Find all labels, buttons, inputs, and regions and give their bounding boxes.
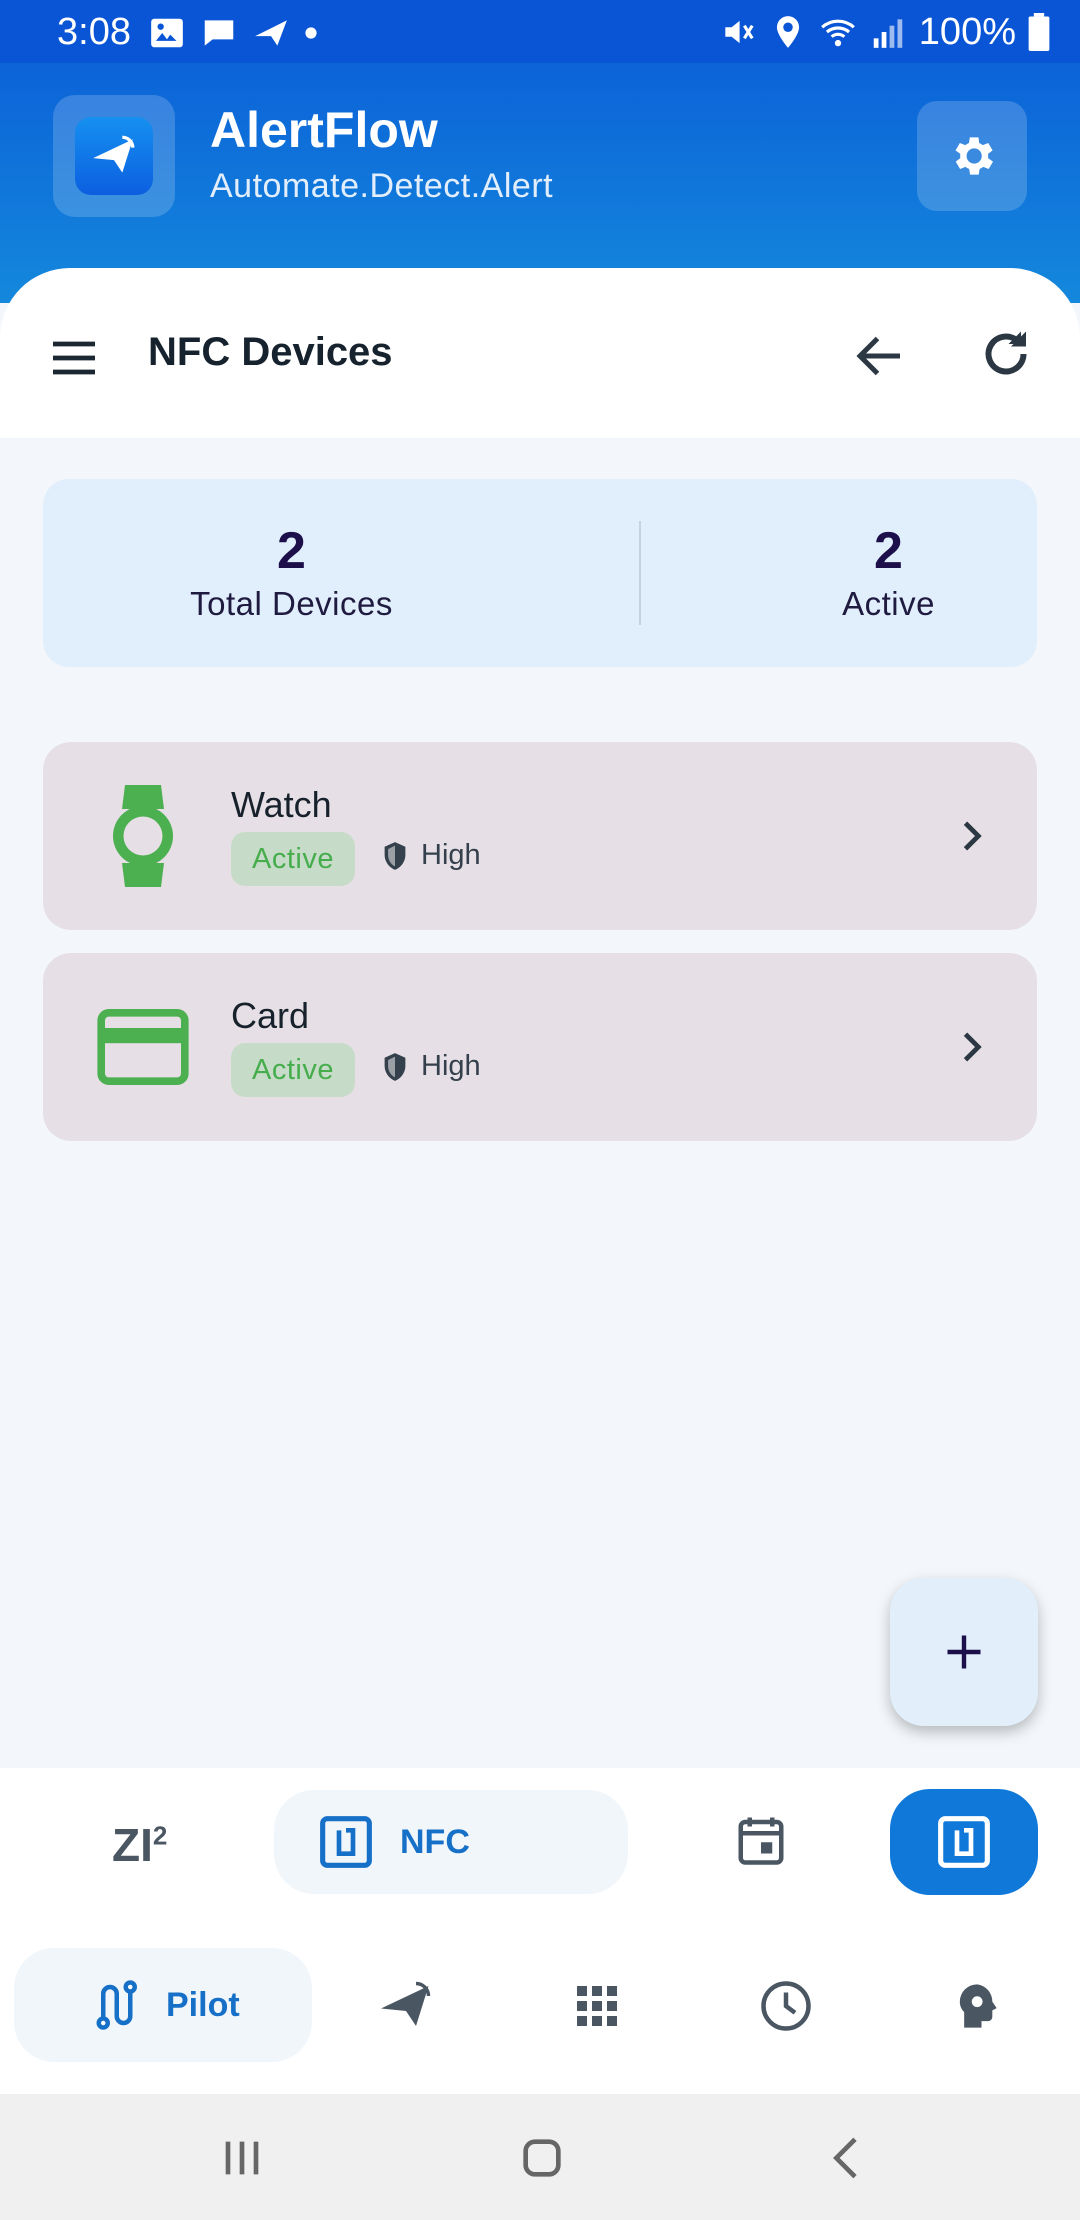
chevron-right-icon — [963, 821, 982, 851]
stat-total-devices: 2 Total Devices — [43, 523, 540, 623]
system-back-icon[interactable] — [818, 2130, 878, 2186]
send-icon — [255, 20, 287, 46]
stat-value: 2 — [874, 522, 903, 580]
page-toolbar: NFC Devices — [0, 268, 1080, 438]
hamburger-menu-icon[interactable] — [46, 330, 102, 386]
bottom-nav: Pilot — [0, 1918, 1080, 2094]
app-tagline: Automate.Detect.Alert — [210, 167, 554, 205]
app-title: AlertFlow — [210, 102, 438, 158]
device-item-card[interactable]: Card Active High — [43, 953, 1037, 1141]
clock-icon — [761, 1981, 811, 2031]
stat-value: 2 — [277, 522, 306, 580]
device-item-watch[interactable]: Watch Active High — [43, 742, 1037, 930]
security-label: High — [421, 1050, 481, 1082]
app-logo — [53, 95, 175, 217]
stat-active: 2 Active — [640, 523, 1080, 623]
add-device-button[interactable] — [890, 1578, 1038, 1726]
status-badge: Active — [231, 1043, 355, 1097]
status-badge: Active — [231, 832, 355, 886]
paper-plane-icon — [93, 135, 135, 173]
paper-plane-icon — [381, 1981, 431, 2026]
mute-icon — [725, 20, 754, 44]
zi-superscript: 2 — [152, 1820, 168, 1851]
home-icon[interactable] — [512, 2130, 572, 2186]
status-notification-icons — [148, 14, 318, 52]
refresh-icon[interactable] — [976, 324, 1036, 384]
location-icon — [776, 16, 799, 48]
credit-card-icon — [97, 1009, 189, 1085]
stat-label: Total Devices — [190, 585, 393, 622]
chevron-right-icon — [963, 1032, 982, 1062]
status-bar: 3:08 100% — [0, 0, 1080, 63]
secondary-nav: ZI2 NFC — [0, 1768, 1080, 1918]
settings-button[interactable] — [917, 101, 1027, 211]
nav-alerts[interactable] — [376, 1976, 436, 2036]
brain-icon — [959, 1984, 997, 2028]
stat-label: Active — [842, 585, 935, 622]
status-system-icons: 100% — [719, 10, 1050, 54]
status-time: 3:08 — [57, 11, 131, 53]
device-icon-wrap — [87, 780, 199, 892]
calendar-icon[interactable] — [734, 1812, 788, 1868]
signal-icon — [873, 19, 903, 48]
system-nav-bar — [0, 2094, 1080, 2220]
zi-label: ZI — [112, 1819, 153, 1871]
battery-percent: 100% — [918, 11, 1016, 53]
arrow-back-icon[interactable] — [850, 326, 910, 386]
subnav-zi[interactable]: ZI2 — [112, 1818, 167, 1872]
app-logo-inner — [75, 117, 153, 195]
security-level: High — [381, 839, 481, 872]
nav-pilot-label: Pilot — [166, 1985, 240, 2024]
nfc-icon — [320, 1816, 372, 1868]
recent-apps-icon[interactable] — [212, 2130, 272, 2186]
gear-icon — [955, 137, 994, 175]
subnav-nfc-label: NFC — [400, 1822, 470, 1861]
subnav-nfc-tab[interactable]: NFC — [274, 1790, 628, 1894]
wifi-icon — [820, 19, 855, 47]
route-icon — [96, 1980, 137, 2030]
plus-icon — [947, 1635, 981, 1669]
security-label: High — [421, 839, 481, 871]
subnav-nfc-active-button[interactable] — [890, 1789, 1038, 1895]
dot-icon — [305, 27, 317, 39]
nav-ai[interactable] — [945, 1976, 1005, 2036]
shield-icon — [384, 841, 406, 870]
battery-icon — [1028, 13, 1050, 51]
nav-apps[interactable] — [567, 1976, 627, 2036]
device-name: Watch — [231, 784, 332, 825]
nav-history[interactable] — [756, 1976, 816, 2036]
device-icon-wrap — [87, 991, 199, 1103]
message-icon — [204, 20, 234, 46]
security-level: High — [381, 1050, 481, 1083]
device-name: Card — [231, 995, 310, 1036]
device-stats-panel: 2 Total Devices 2 Active — [43, 479, 1037, 667]
watch-icon — [113, 785, 173, 887]
nav-pilot[interactable]: Pilot — [14, 1948, 312, 2062]
app-header: AlertFlow Automate.Detect.Alert — [0, 63, 1080, 303]
shield-icon — [384, 1052, 406, 1081]
page-title: NFC Devices — [148, 330, 393, 374]
grid-icon — [577, 1986, 617, 2026]
gallery-icon — [151, 18, 183, 48]
nfc-icon — [938, 1816, 990, 1868]
